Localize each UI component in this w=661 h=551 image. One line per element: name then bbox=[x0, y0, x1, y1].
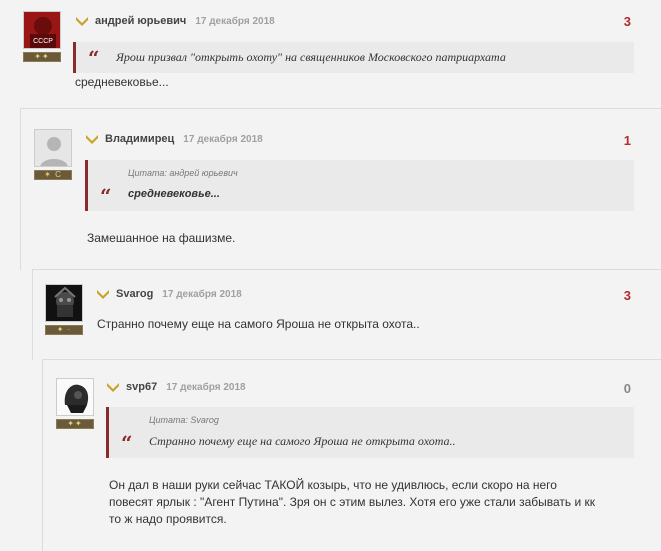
comment-header: svp67 17 декабря 2018 bbox=[106, 379, 246, 395]
rank-badge: ✶ C bbox=[34, 170, 72, 180]
chevron-rank-icon bbox=[76, 17, 88, 26]
comment-text: Странно почему еще на самого Яроша не от… bbox=[97, 317, 420, 331]
comment-header: Svarog 17 декабря 2018 bbox=[96, 286, 242, 302]
avatar[interactable]: ✦✦ bbox=[56, 378, 94, 429]
comment: ✦✦ svp67 17 декабря 2018 0 Цитата: Svaro… bbox=[42, 359, 661, 551]
quote-text: средневековье... bbox=[128, 188, 220, 200]
quote-mark-icon: “ bbox=[121, 431, 133, 455]
comment-text: средневековье... bbox=[75, 75, 169, 89]
quote-cite: Цитата: андрей юрьевич bbox=[128, 168, 238, 178]
avatar[interactable]: ✦ · bbox=[45, 284, 83, 335]
author-name[interactable]: Svarog bbox=[116, 288, 153, 300]
avatar-image bbox=[34, 129, 72, 167]
comment-text: Замешанное на фашизме. bbox=[87, 231, 236, 245]
rank-badge: ✦✦ bbox=[23, 52, 61, 62]
comment-date: 17 декабря 2018 bbox=[166, 381, 246, 393]
comment-score: 3 bbox=[623, 288, 631, 303]
comment-text-line: Он дал в наши руки сейчас ТАКОЙ козырь, … bbox=[109, 478, 557, 492]
rank-badge: ✦ · bbox=[45, 325, 83, 335]
chevron-rank-icon bbox=[86, 135, 98, 144]
quote-mark-icon: “ bbox=[100, 184, 112, 208]
comment-date: 17 декабря 2018 bbox=[183, 133, 263, 145]
comment-score: 1 bbox=[623, 133, 631, 148]
avatar-text: СССР bbox=[33, 38, 53, 45]
chevron-rank-icon bbox=[107, 383, 119, 392]
comment-date: 17 декабря 2018 bbox=[195, 15, 275, 27]
chevron-rank-icon bbox=[97, 290, 109, 299]
comment-text: Он дал в наши руки сейчас ТАКОЙ козырь, … bbox=[109, 477, 649, 528]
quote-block: Цитата: Svarog “ Странно почему еще на с… bbox=[106, 407, 634, 458]
quote-text: Странно почему еще на самого Яроша не от… bbox=[149, 434, 456, 448]
comment: СССР ✦✦ андрей юрьевич 17 декабря 2018 3… bbox=[0, 0, 661, 108]
quote-mark-icon: “ bbox=[88, 46, 100, 70]
avatar-image bbox=[45, 284, 83, 322]
comment-date: 17 декабря 2018 bbox=[162, 288, 242, 300]
author-name[interactable]: Владимирец bbox=[105, 133, 174, 145]
comment: ✶ C Владимирец 17 декабря 2018 1 Цитата:… bbox=[20, 108, 661, 270]
comment-text-line: то ж надо проявится. bbox=[109, 512, 227, 526]
comment-header: андрей юрьевич 17 декабря 2018 bbox=[75, 13, 275, 29]
quote-block: “ Ярош призвал "открыть охоту" на священ… bbox=[73, 42, 634, 73]
comment: ✦ · Svarog 17 декабря 2018 3 Странно поч… bbox=[32, 269, 661, 360]
comment-score: 0 bbox=[623, 381, 631, 396]
quote-cite: Цитата: Svarog bbox=[149, 415, 219, 425]
avatar-image bbox=[56, 378, 94, 416]
rank-badge: ✦✦ bbox=[56, 419, 94, 429]
comment-text-line: повесят ярлык : "Агент Путина". Зря он с… bbox=[109, 495, 596, 509]
quote-block: Цитата: андрей юрьевич “ средневековье..… bbox=[85, 160, 634, 211]
comment-header: Владимирец 17 декабря 2018 bbox=[85, 131, 263, 147]
avatar-image: СССР bbox=[23, 11, 61, 49]
author-name[interactable]: svp67 bbox=[126, 381, 157, 393]
avatar[interactable]: ✶ C bbox=[34, 129, 72, 180]
comment-score: 3 bbox=[623, 14, 631, 29]
author-name[interactable]: андрей юрьевич bbox=[95, 15, 186, 27]
avatar[interactable]: СССР ✦✦ bbox=[23, 11, 61, 62]
quote-text: Ярош призвал "открыть охоту" на священни… bbox=[116, 50, 506, 64]
